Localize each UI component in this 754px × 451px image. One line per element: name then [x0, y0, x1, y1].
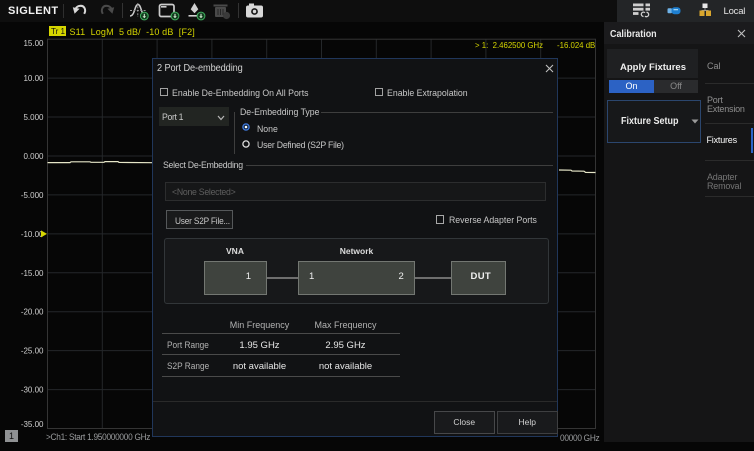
- svg-text:10.00: 10.00: [23, 74, 44, 83]
- svg-text:-20.00: -20.00: [21, 308, 44, 317]
- svg-text:-25.00: -25.00: [21, 347, 44, 356]
- svg-text:5.000: 5.000: [23, 113, 44, 122]
- svg-text:0.000: 0.000: [23, 152, 44, 161]
- svg-text:-30.00: -30.00: [21, 386, 44, 395]
- svg-text:-35.00: -35.00: [21, 420, 44, 429]
- svg-text:-15.00: -15.00: [21, 269, 44, 278]
- svg-text:-5.000: -5.000: [21, 191, 44, 200]
- svg-text:15.00: 15.00: [23, 39, 44, 48]
- svg-text:-10.00: -10.00: [21, 230, 44, 239]
